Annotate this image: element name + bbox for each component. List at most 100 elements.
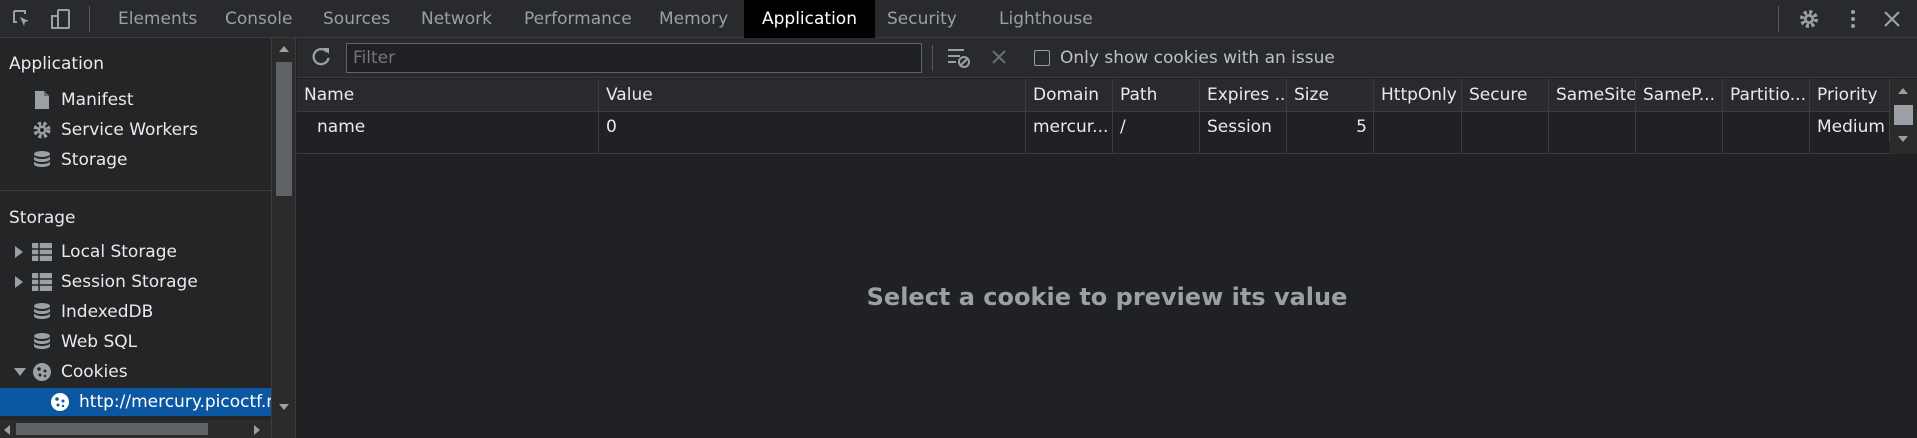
collapse-arrow-icon[interactable]	[14, 367, 32, 377]
toolbar-divider	[89, 6, 90, 32]
column-header-expires[interactable]: Expires ...	[1200, 79, 1287, 112]
gear-icon[interactable]	[1796, 6, 1822, 32]
more-options-icon[interactable]	[1840, 6, 1866, 32]
document-icon	[32, 90, 52, 110]
column-header-partition-key[interactable]: Partitio...	[1723, 79, 1810, 112]
storage-heading: Storage	[9, 208, 76, 228]
sidebar-divider	[0, 190, 271, 191]
preview-placeholder-message: Select a cookie to preview its value	[866, 282, 1348, 311]
sidebar-vertical-scrollbar[interactable]	[272, 38, 296, 438]
cell-httponly[interactable]	[1374, 112, 1462, 142]
column-header-size[interactable]: Size	[1287, 79, 1374, 112]
application-heading: Application	[9, 54, 104, 74]
column-header-httponly[interactable]: HttpOnly	[1374, 79, 1462, 112]
sidebar-item-cookie-origin[interactable]: http://mercury.picoctf.net	[0, 388, 271, 416]
sidebar-item-label: Storage	[61, 150, 128, 170]
sidebar-item-label: Web SQL	[61, 332, 138, 352]
cookie-origin-label: http://mercury.picoctf.net	[79, 392, 271, 412]
scroll-right-icon[interactable]	[254, 425, 260, 435]
column-header-value[interactable]: Value	[599, 79, 1026, 112]
empty-cell	[1723, 142, 1810, 154]
empty-cell	[1374, 142, 1462, 154]
table-icon	[32, 242, 52, 262]
device-toolbar-icon[interactable]	[48, 6, 74, 32]
expand-arrow-icon[interactable]	[14, 276, 32, 288]
only-issues-checkbox[interactable]	[1034, 50, 1050, 66]
cell-partition-key[interactable]	[1723, 112, 1810, 142]
clear-all-icon[interactable]	[990, 48, 1010, 68]
sidebar-item-cookies[interactable]: Cookies	[14, 358, 128, 386]
cell-samesite-party[interactable]	[1636, 112, 1723, 142]
scroll-down-icon[interactable]	[279, 404, 289, 410]
sidebar-item-session-storage[interactable]: Session Storage	[14, 268, 198, 296]
database-icon	[32, 150, 52, 170]
empty-cell	[1200, 142, 1287, 154]
cell-name[interactable]: name	[297, 112, 599, 142]
inspect-element-icon[interactable]	[9, 6, 35, 32]
toolbar-divider	[1778, 6, 1779, 32]
sidebar-item-label: Service Workers	[61, 120, 198, 140]
tab-memory[interactable]: Memory	[659, 0, 728, 38]
cell-expires[interactable]: Session	[1200, 112, 1287, 142]
only-issues-label: Only show cookies with an issue	[1060, 48, 1335, 68]
sidebar-horizontal-scrollbar[interactable]	[0, 420, 271, 438]
tab-network[interactable]: Network	[421, 0, 492, 38]
expand-arrow-icon[interactable]	[14, 246, 32, 258]
scroll-down-icon[interactable]	[1898, 136, 1908, 142]
column-header-secure[interactable]: Secure	[1462, 79, 1549, 112]
close-icon[interactable]	[1879, 6, 1905, 32]
empty-cell	[1113, 142, 1200, 154]
cell-secure[interactable]	[1462, 112, 1549, 142]
tab-lighthouse[interactable]: Lighthouse	[999, 0, 1093, 38]
scroll-left-icon[interactable]	[4, 425, 10, 435]
sidebar-item-label: IndexedDB	[61, 302, 154, 322]
tab-elements[interactable]: Elements	[118, 0, 197, 38]
sidebar-item-label: Cookies	[61, 362, 128, 382]
gear-icon	[32, 120, 52, 140]
tab-performance[interactable]: Performance	[524, 0, 632, 38]
empty-cell	[599, 142, 1026, 154]
column-header-samesite[interactable]: SameSite	[1549, 79, 1636, 112]
empty-cell	[1549, 142, 1636, 154]
empty-cell	[1287, 142, 1374, 154]
cell-value[interactable]: 0	[599, 112, 1026, 142]
sidebar-item-label: Session Storage	[61, 272, 198, 292]
sidebar-item-local-storage[interactable]: Local Storage	[14, 238, 177, 266]
column-header-priority[interactable]: Priority	[1810, 79, 1890, 112]
cell-path[interactable]: /	[1113, 112, 1200, 142]
tab-sources[interactable]: Sources	[323, 0, 390, 38]
clear-filtered-icon[interactable]	[947, 47, 971, 71]
empty-cell	[1636, 142, 1723, 154]
application-sidebar: Application Manifest Service Workers Sto…	[0, 38, 272, 438]
cell-domain[interactable]: mercur...	[1026, 112, 1113, 142]
sidebar-item-label: Manifest	[61, 90, 134, 110]
sidebar-item-manifest[interactable]: Manifest	[32, 86, 134, 114]
empty-cell	[297, 142, 599, 154]
sidebar-item-indexeddb[interactable]: IndexedDB	[32, 298, 153, 326]
scroll-up-icon[interactable]	[1898, 88, 1908, 94]
tab-application[interactable]: Application	[744, 0, 875, 38]
table-vertical-scrollbar[interactable]	[1890, 79, 1917, 154]
sidebar-item-storage[interactable]: Storage	[32, 146, 128, 174]
tab-security[interactable]: Security	[887, 0, 957, 38]
cell-samesite[interactable]	[1549, 112, 1636, 142]
database-icon	[32, 302, 52, 322]
column-header-domain[interactable]: Domain	[1026, 79, 1113, 112]
cookie-icon	[50, 392, 70, 412]
column-header-name[interactable]: Name	[297, 79, 599, 112]
refresh-icon[interactable]	[310, 46, 334, 70]
column-header-path[interactable]: Path	[1113, 79, 1200, 112]
cell-priority[interactable]: Medium	[1810, 112, 1890, 142]
cell-size[interactable]: 5	[1287, 112, 1374, 142]
filter-input[interactable]	[346, 43, 922, 73]
scroll-up-icon[interactable]	[279, 46, 289, 52]
column-header-samesite-party[interactable]: SameP...	[1636, 79, 1723, 112]
database-icon	[32, 332, 52, 352]
scrollbar-thumb[interactable]	[1894, 105, 1913, 125]
cookies-table: Name Value Domain Path Expires ... Size …	[297, 79, 1917, 154]
tab-console[interactable]: Console	[225, 0, 293, 38]
sidebar-item-web-sql[interactable]: Web SQL	[32, 328, 137, 356]
scrollbar-thumb[interactable]	[16, 423, 208, 435]
scrollbar-thumb[interactable]	[276, 62, 292, 196]
sidebar-item-service-workers[interactable]: Service Workers	[32, 116, 198, 144]
